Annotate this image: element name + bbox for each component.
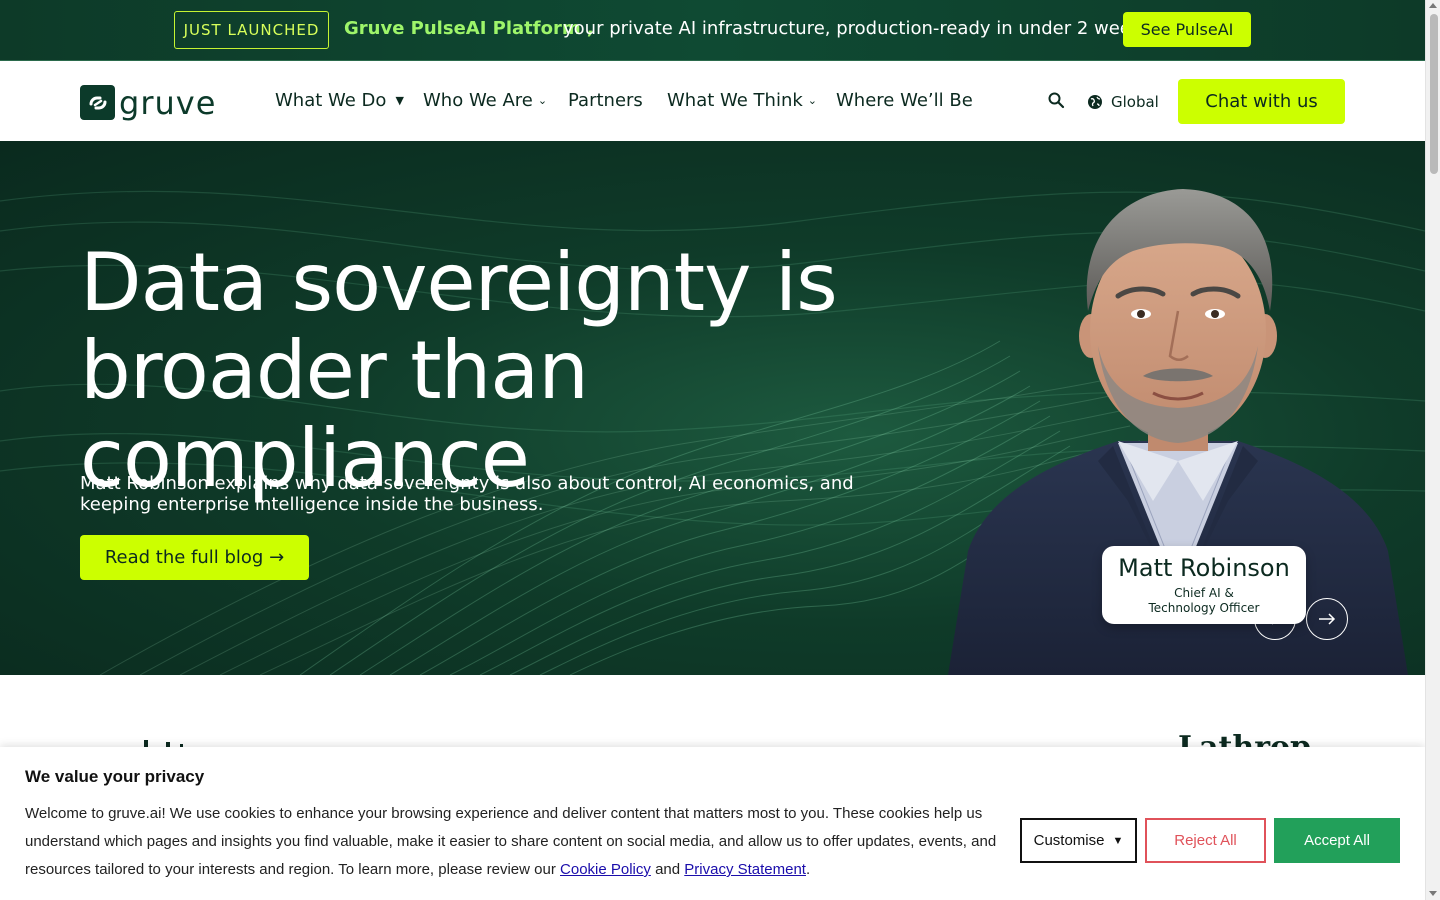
announcement-bar: JUST LAUNCHED Gruve PulseAI Platform , y… xyxy=(0,0,1425,61)
see-pulseai-button[interactable]: See PulseAI xyxy=(1123,12,1251,47)
person-role-line-1: Chief AI & xyxy=(1174,586,1234,600)
customise-button[interactable]: Customise ▼ xyxy=(1020,818,1137,863)
nav-where-well-be[interactable]: Where We’ll Be xyxy=(836,90,973,111)
privacy-statement-link[interactable]: Privacy Statement xyxy=(684,861,806,878)
customise-label: Customise xyxy=(1033,832,1105,849)
announcement-product-name[interactable]: Gruve PulseAI Platform , xyxy=(344,18,594,39)
scroll-down-arrow-icon[interactable] xyxy=(1429,891,1437,896)
person-name-card: Matt Robinson Chief AI & Technology Offi… xyxy=(1102,546,1306,624)
cookie-and-text: and xyxy=(655,861,681,878)
chevron-down-icon: ⌄ xyxy=(807,94,818,107)
nav-label: What We Do xyxy=(275,90,387,111)
carousel-next-button[interactable] xyxy=(1306,598,1348,640)
cookie-title: We value your privacy xyxy=(25,767,205,786)
nav-partners[interactable]: Partners xyxy=(568,90,643,111)
region-label: Global xyxy=(1111,93,1159,111)
chat-with-us-button[interactable]: Chat with us xyxy=(1178,79,1345,124)
cookie-consent-banner: We value your privacy Welcome to gruve.a… xyxy=(0,747,1425,900)
region-selector[interactable]: Global xyxy=(1087,93,1159,111)
globe-icon xyxy=(1088,95,1102,109)
nav-what-we-do[interactable]: What We Do ▼ xyxy=(275,90,404,111)
hero-banner: Data sovereignty is broader than complia… xyxy=(0,141,1425,675)
nav-what-we-think[interactable]: What We Think ⌄ xyxy=(667,90,817,111)
cookie-period: . xyxy=(805,861,811,878)
nav-label: What We Think xyxy=(667,90,803,111)
logo-mark-icon xyxy=(80,85,115,120)
scroll-up-arrow-icon[interactable] xyxy=(1429,3,1437,8)
search-icon[interactable] xyxy=(1047,91,1065,109)
cookie-policy-link[interactable]: Cookie Policy xyxy=(560,861,651,878)
reject-all-button[interactable]: Reject All xyxy=(1145,818,1266,863)
hero-subtitle: Matt Robinson explains why data sovereig… xyxy=(80,473,854,515)
person-name: Matt Robinson xyxy=(1118,554,1290,582)
nav-label: Who We Are xyxy=(423,90,533,111)
hero-title-line-1: Data sovereignty is xyxy=(80,236,838,329)
gruve-logo[interactable]: gruve xyxy=(80,85,216,120)
nav-label: Where We’ll Be xyxy=(836,90,973,111)
person-role-line-2: Technology Officer xyxy=(1148,601,1260,615)
accept-all-button[interactable]: Accept All xyxy=(1274,818,1400,863)
hero-title: Data sovereignty is broader than complia… xyxy=(80,239,980,503)
chevron-down-icon: ⌄ xyxy=(537,94,548,107)
caret-down-icon: ▼ xyxy=(1112,834,1124,847)
site-header: gruve What We Do ▼ Who We Are ⌄ Partners W… xyxy=(0,61,1425,141)
nav-who-we-are[interactable]: Who We Are ⌄ xyxy=(423,90,547,111)
arrow-right-icon xyxy=(1319,613,1336,625)
logo-wordmark: gruve xyxy=(119,83,217,122)
cookie-message: Welcome to gruve.ai! We use cookies to e… xyxy=(25,800,1010,884)
just-launched-badge: JUST LAUNCHED xyxy=(174,11,329,49)
scrollbar-thumb[interactable] xyxy=(1430,14,1438,174)
cookie-body-text: Welcome to gruve.ai! We use cookies to e… xyxy=(25,805,997,878)
page-scrollbar[interactable] xyxy=(1425,0,1440,900)
chevron-down-icon: ▼ xyxy=(395,94,404,107)
announcement-text: your private AI infrastructure, producti… xyxy=(563,18,1157,39)
read-full-blog-button[interactable]: Read the full blog → xyxy=(80,535,309,580)
nav-label: Partners xyxy=(568,90,643,111)
